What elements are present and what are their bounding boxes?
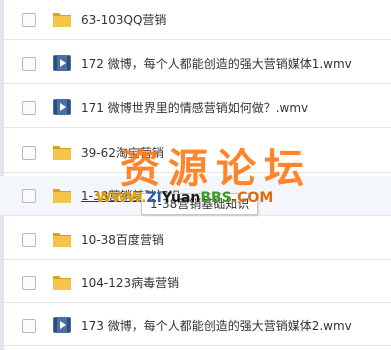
list-item[interactable]: 173 微博，每个人都能创造的强大营销媒体2.wmv	[0, 306, 391, 346]
select-checkbox[interactable]	[22, 233, 36, 247]
list-item[interactable]: 39-62淘宝营销	[0, 133, 391, 173]
select-checkbox[interactable]	[22, 101, 36, 115]
list-item[interactable]: 63-103QQ营销	[0, 0, 391, 40]
folder-icon	[52, 186, 72, 204]
list-item[interactable]: 10-38百度营销	[0, 220, 391, 260]
file-name[interactable]: 10-38百度营销	[81, 220, 164, 260]
folder-icon	[52, 273, 72, 291]
video-file-icon	[52, 54, 72, 72]
video-file-icon	[52, 316, 72, 334]
list-item[interactable]: 172 微博，每个人都能创造的强大营销媒体1.wmv	[0, 44, 391, 84]
list-item[interactable]: 171 微博世界里的情感营销如何做？.wmv	[0, 88, 391, 128]
file-name[interactable]: 173 微博，每个人都能创造的强大营销媒体2.wmv	[81, 306, 352, 346]
file-list: 63-103QQ营销 172 微博，每个人都能创造的强大营销媒体1.wmv 17…	[0, 0, 391, 350]
file-name[interactable]: 39-62淘宝营销	[81, 133, 164, 173]
select-checkbox[interactable]	[22, 13, 36, 27]
file-name[interactable]: 104-123病毒营销	[81, 263, 179, 303]
filename-tooltip: 1-38营销基础知识	[141, 193, 259, 215]
video-file-icon	[52, 98, 72, 116]
select-checkbox[interactable]	[22, 319, 36, 333]
list-item[interactable]: 104-123病毒营销	[0, 263, 391, 303]
select-checkbox[interactable]	[22, 276, 36, 290]
file-name[interactable]: 171 微博世界里的情感营销如何做？.wmv	[81, 88, 308, 128]
file-name[interactable]: 63-103QQ营销	[81, 0, 166, 40]
select-checkbox[interactable]	[22, 189, 36, 203]
select-checkbox[interactable]	[22, 146, 36, 160]
folder-icon	[52, 230, 72, 248]
folder-icon	[52, 143, 72, 161]
select-checkbox[interactable]	[22, 57, 36, 71]
folder-icon	[52, 10, 72, 28]
file-name[interactable]: 172 微博，每个人都能创造的强大营销媒体1.wmv	[81, 44, 352, 84]
